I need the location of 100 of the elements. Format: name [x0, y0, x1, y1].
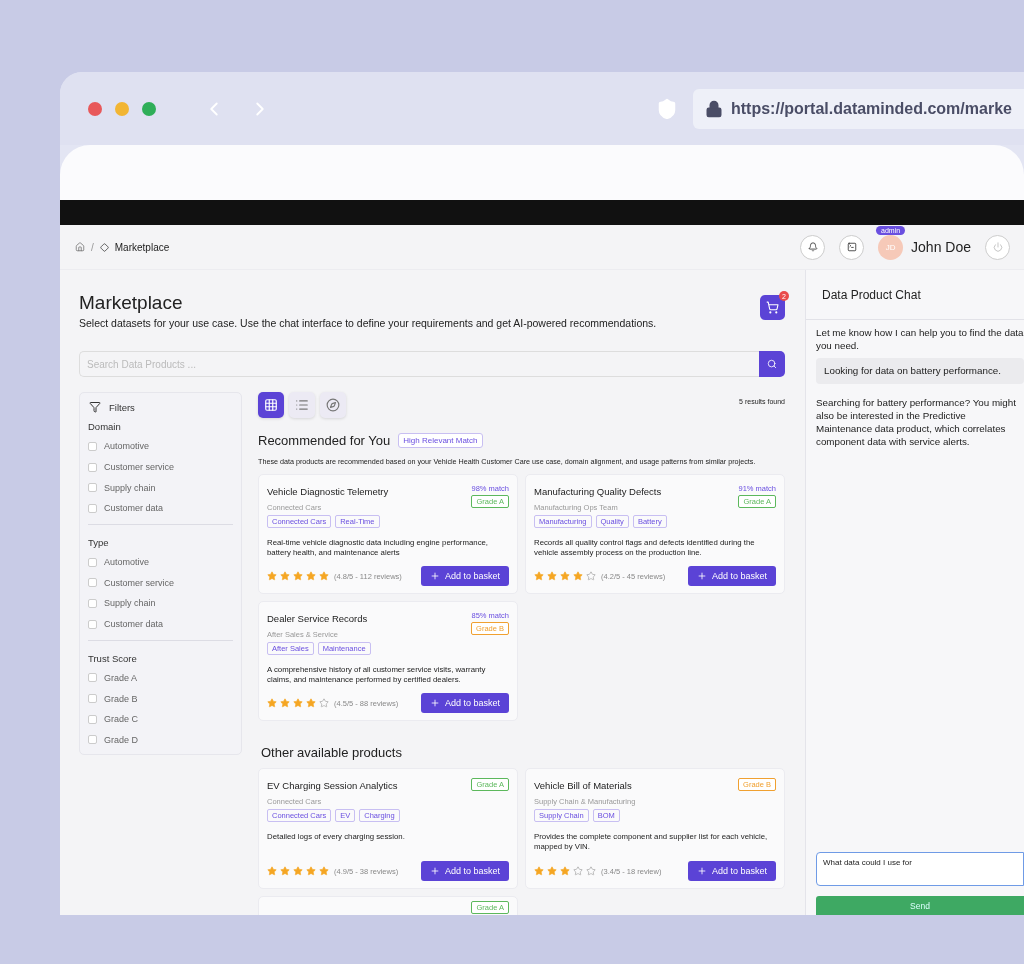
view-toggle[interactable] [320, 392, 346, 418]
star-icon [586, 866, 596, 876]
maximize-dot[interactable] [142, 101, 156, 116]
filter-group-title: Domain [88, 421, 122, 432]
star-icon [573, 866, 583, 876]
star-icon [573, 571, 583, 581]
product-title: EV Charging Session Analytics [267, 780, 398, 791]
url-text: https://portal.dataminded.com/marke [731, 99, 1012, 118]
assistant-message: Let me know how I can help you to find the data you need. [816, 326, 1024, 353]
chat-input[interactable]: What data could I use for [816, 852, 1024, 886]
terminal-button[interactable] [839, 234, 865, 260]
filter-option[interactable]: Supply chain [88, 477, 233, 499]
filter-option[interactable]: Customer data [88, 498, 233, 519]
chat-title: Data Product Chat [806, 270, 1024, 320]
compass-icon [326, 398, 340, 412]
star-icon [280, 866, 290, 876]
checkbox[interactable] [88, 483, 97, 493]
match-badge: High Relevant Match [398, 433, 483, 448]
cart-icon [766, 301, 779, 314]
filter-group-title: Trust Score [88, 652, 138, 664]
checkbox[interactable] [88, 735, 97, 745]
product-title: Manufacturing Quality Defects [534, 486, 662, 497]
checkbox[interactable] [88, 714, 97, 724]
star-icon [534, 866, 544, 876]
plus-icon [429, 866, 440, 876]
product-title: Dealer Service Records [267, 613, 368, 624]
logout-button[interactable] [985, 234, 1010, 260]
plus-icon [429, 698, 440, 708]
star-icon [267, 698, 277, 708]
star-icon [306, 698, 316, 708]
view-toggle[interactable] [289, 392, 315, 418]
filter-option[interactable]: Grade B [88, 688, 233, 709]
checkbox[interactable] [88, 462, 97, 472]
star-icon [319, 866, 329, 876]
star-icon [319, 571, 329, 581]
filter-option[interactable]: Supply chain [88, 593, 233, 614]
add-to-basket-button[interactable]: Add to basket [688, 861, 776, 881]
checkbox[interactable] [88, 619, 97, 629]
page-subtitle: Select datasets for your use case. Use the chat interface to define your requirements and get AI-powered recommendations. [79, 317, 657, 329]
plus-icon [429, 571, 440, 581]
star-icon [547, 571, 557, 581]
notifications-button[interactable] [800, 234, 826, 260]
search-button[interactable] [759, 351, 785, 377]
filter-group-title: Type [88, 536, 110, 548]
star-icon [534, 571, 544, 581]
filter-option[interactable]: Grade D [88, 729, 233, 751]
filter-option[interactable]: Grade C [88, 708, 233, 730]
assistant-message: Searching for battery performance? You might also be interested in the Predictive Maintenance data product, which correlates component data with service alerts. [816, 395, 1017, 449]
shield-icon [656, 97, 678, 120]
checkbox[interactable] [88, 694, 97, 704]
list-icon [295, 398, 309, 412]
minimize-dot[interactable] [115, 101, 129, 116]
filter-option[interactable]: Automotive [88, 551, 233, 573]
plus-icon [696, 866, 707, 876]
add-to-basket-button[interactable]: Add to basket [421, 861, 509, 881]
product-title: Vehicle Diagnostic Telemetry [267, 486, 389, 497]
add-to-basket-button[interactable]: Add to basket [688, 566, 776, 586]
power-icon [992, 242, 1003, 252]
diamond-icon [99, 242, 109, 252]
filter-option[interactable]: Customer service [88, 572, 233, 594]
star-icon [293, 698, 303, 708]
terminal-icon [846, 242, 857, 252]
checkbox[interactable] [88, 441, 97, 451]
star-icon [319, 698, 329, 708]
section-title: Recommended for You [258, 433, 391, 448]
checkbox[interactable] [88, 598, 97, 608]
add-to-basket-button[interactable]: Add to basket [421, 566, 509, 586]
grid-icon [264, 398, 278, 412]
add-to-basket-button[interactable]: Add to basket [421, 693, 509, 713]
star-icon [560, 571, 570, 581]
star-icon [547, 866, 557, 876]
star-icon [586, 571, 596, 581]
filter-icon [89, 401, 101, 413]
filter-option[interactable]: Customer data [88, 613, 233, 635]
filters-title: Filters [109, 401, 135, 413]
star-icon [267, 571, 277, 581]
filter-option[interactable]: Customer service [88, 456, 233, 478]
star-icon [306, 866, 316, 876]
star-icon [280, 571, 290, 581]
plus-icon [696, 571, 707, 581]
section-title: Other available products [261, 745, 403, 760]
search-icon [767, 359, 777, 369]
checkbox[interactable] [88, 503, 97, 513]
checkbox[interactable] [88, 578, 97, 588]
view-toggle[interactable] [258, 392, 284, 418]
star-icon [293, 866, 303, 876]
checkbox[interactable] [88, 673, 97, 683]
star-icon [267, 866, 277, 876]
close-dot[interactable] [88, 101, 102, 116]
home-icon [75, 242, 85, 252]
address-bar[interactable]: https://portal.dataminded.com/marke [693, 88, 1024, 129]
star-icon [560, 866, 570, 876]
user-name: John Doe [911, 239, 971, 255]
filter-option[interactable]: Grade A [88, 667, 233, 689]
bell-icon [807, 242, 818, 252]
breadcrumb-separator: / [91, 241, 94, 253]
breadcrumb-item[interactable]: Marketplace [114, 241, 170, 253]
checkbox[interactable] [88, 557, 97, 567]
filter-option[interactable]: Automotive [88, 436, 233, 457]
search-field[interactable]: Search Data Products ... [79, 351, 759, 377]
